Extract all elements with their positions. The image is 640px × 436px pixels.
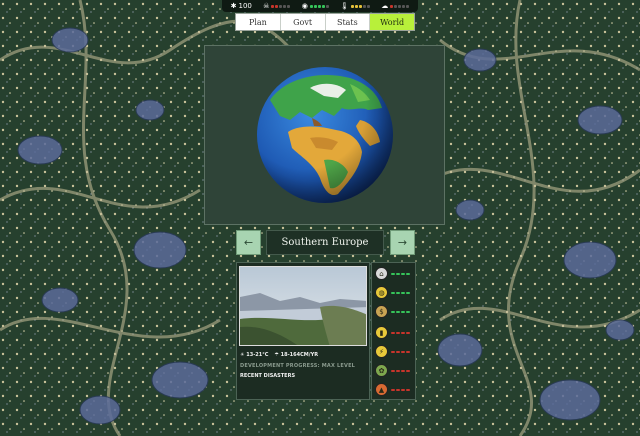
indicator-level xyxy=(391,369,410,372)
precipitation-value: 18-164CM/YR xyxy=(280,352,319,358)
prev-region-button[interactable]: ← xyxy=(236,230,261,255)
money-icon: $ xyxy=(375,305,388,318)
recent-disasters-label: RECENT DISASTERS xyxy=(240,373,296,379)
tab-govt[interactable]: Govt xyxy=(281,14,326,30)
skull-icon: ☠ xyxy=(263,1,270,10)
status-value: 100 xyxy=(238,2,252,10)
thermometer-icon: 🌡 xyxy=(340,1,350,10)
status-stat: ☁ xyxy=(381,1,410,10)
indicator-row[interactable]: $ xyxy=(375,305,410,318)
plant-icon: ✿ xyxy=(375,364,388,377)
status-stat: 🌡 xyxy=(340,1,371,10)
region-name: Southern Europe xyxy=(266,230,384,255)
arrow-left-icon: ← xyxy=(243,236,254,249)
status-bar: ✱ 100 ☠ ◉ 🌡 ☁ xyxy=(222,0,418,12)
status-level-bar xyxy=(271,4,291,8)
fuel-icon: ▮ xyxy=(375,326,388,339)
status-level-bar xyxy=(309,4,329,8)
indicator-row[interactable]: ▮ xyxy=(375,326,410,339)
tab-plan[interactable]: Plan xyxy=(236,14,281,30)
industry-icon: ▲ xyxy=(375,383,388,396)
status-stat: ✱ 100 xyxy=(231,2,252,10)
temperature-value: 13-21°C xyxy=(246,352,269,358)
globe-panel[interactable] xyxy=(204,45,445,225)
indicator-level xyxy=(391,350,410,353)
indicator-level xyxy=(391,291,410,294)
food-icon: ◍ xyxy=(375,286,388,299)
globe-icon[interactable] xyxy=(250,60,400,210)
development-progress: DEVELOPMENT PROGRESS: MAX LEVEL xyxy=(240,363,356,369)
region-photo xyxy=(239,266,367,346)
precipitation-stat: ☂ 18-164CM/YR xyxy=(274,352,318,358)
indicator-row[interactable]: ✿ xyxy=(375,364,410,377)
main-tabs: Plan Govt Stats World xyxy=(235,13,415,31)
tab-world[interactable]: World xyxy=(370,14,414,30)
indicator-row[interactable]: ⌂ xyxy=(375,267,410,280)
indicator-level xyxy=(391,331,410,334)
housing-icon: ⌂ xyxy=(375,267,388,280)
region-indicators: ⌂ ◍ $ ▮ ⚡ ✿ ▲ xyxy=(371,262,416,400)
indicator-level xyxy=(391,272,410,275)
indicator-row[interactable]: ⚡ xyxy=(375,345,410,358)
status-level-bar xyxy=(390,4,410,8)
indicator-level xyxy=(391,388,410,391)
cloud-icon: ☁ xyxy=(381,1,389,10)
tab-stats[interactable]: Stats xyxy=(326,14,371,30)
indicator-row[interactable]: ◍ xyxy=(375,286,410,299)
indicator-row[interactable]: ▲ xyxy=(375,383,410,396)
electricity-icon: ⚡ xyxy=(375,345,388,358)
status-stat: ☠ xyxy=(263,1,291,10)
rain-icon: ☂ xyxy=(274,352,279,358)
climate-info: ☀ 13-21°C ☂ 18-164CM/YR xyxy=(240,352,318,358)
status-level-bar xyxy=(351,4,371,8)
arrow-right-icon: → xyxy=(397,236,408,249)
sparkle-icon: ✱ xyxy=(230,1,237,10)
indicator-level xyxy=(391,310,410,313)
sun-icon: ☀ xyxy=(240,352,245,358)
temperature-stat: ☀ 13-21°C xyxy=(240,352,268,358)
status-stat: ◉ xyxy=(301,1,329,10)
region-card: ☀ 13-21°C ☂ 18-164CM/YR DEVELOPMENT PROG… xyxy=(236,262,370,400)
health-icon: ◉ xyxy=(301,1,308,10)
next-region-button[interactable]: → xyxy=(390,230,415,255)
